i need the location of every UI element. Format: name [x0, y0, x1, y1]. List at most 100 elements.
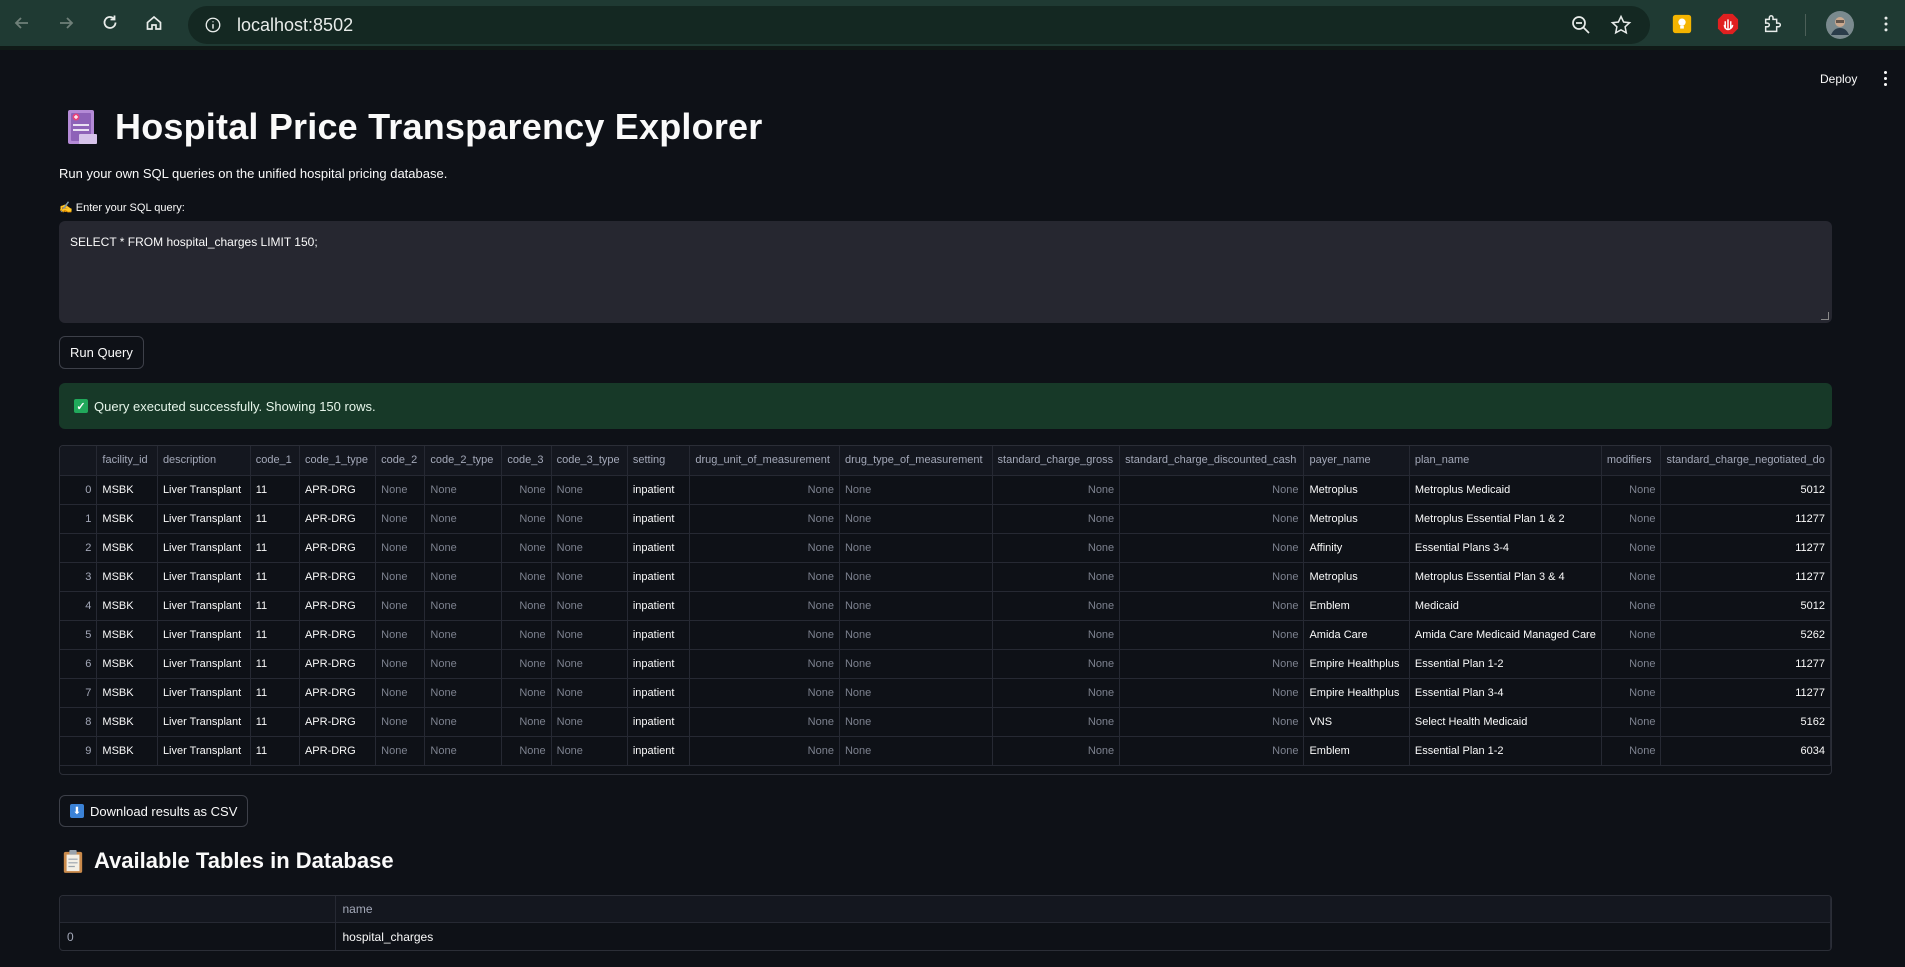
table-cell[interactable]: None [1119, 562, 1305, 592]
run-query-button[interactable]: Run Query [59, 336, 144, 369]
table-cell[interactable]: 11277 [1660, 533, 1831, 563]
table-cell[interactable]: 6034 [1660, 736, 1831, 766]
table-cell[interactable]: None [551, 591, 628, 621]
column-header[interactable]: facility_id [96, 446, 158, 476]
column-header[interactable]: drug_type_of_measurement [839, 446, 993, 476]
table-cell[interactable]: None [992, 736, 1121, 766]
deploy-button[interactable]: Deploy [1820, 72, 1857, 86]
extensions-puzzle-icon[interactable] [1761, 12, 1785, 36]
table-cell[interactable]: None [424, 620, 503, 650]
browser-menu-icon[interactable] [1874, 12, 1898, 36]
table-cell[interactable]: inpatient [627, 678, 691, 708]
table-cell[interactable]: None [375, 504, 426, 534]
table-cell[interactable]: 5162 [1660, 707, 1831, 737]
sql-query-text[interactable]: SELECT * FROM hospital_charges LIMIT 150… [70, 235, 318, 249]
table-cell[interactable]: 11 [250, 707, 300, 737]
table-cell[interactable]: None [689, 707, 840, 737]
column-header[interactable] [60, 896, 336, 923]
address-bar[interactable]: localhost:8502 [188, 6, 1650, 44]
table-cell[interactable]: None [839, 533, 993, 563]
table-cell[interactable]: None [501, 533, 552, 563]
table-cell[interactable]: None [689, 620, 840, 650]
column-header[interactable]: payer_name [1303, 446, 1410, 476]
table-cell[interactable]: 11 [250, 504, 300, 534]
column-header[interactable]: code_2 [375, 446, 426, 476]
row-index-cell[interactable]: 0 [60, 475, 98, 505]
table-cell[interactable]: None [689, 504, 840, 534]
column-header[interactable]: code_3_type [551, 446, 628, 476]
table-cell[interactable]: None [424, 562, 503, 592]
sql-query-input[interactable]: SELECT * FROM hospital_charges LIMIT 150… [59, 221, 1832, 323]
table-cell[interactable]: 11 [250, 620, 300, 650]
table-cell[interactable]: Liver Transplant [157, 649, 251, 679]
table-cell[interactable]: None [551, 736, 628, 766]
table-cell[interactable]: None [1601, 591, 1662, 621]
table-cell[interactable]: APR-DRG [299, 504, 377, 534]
row-index-cell[interactable]: 0 [60, 922, 336, 950]
table-cell[interactable]: None [992, 562, 1121, 592]
table-cell[interactable]: 11277 [1660, 678, 1831, 708]
table-cell[interactable]: None [1601, 707, 1662, 737]
table-cell[interactable]: MSBK [96, 475, 158, 505]
table-cell[interactable]: inpatient [627, 649, 691, 679]
column-header[interactable] [60, 446, 98, 476]
table-cell[interactable]: None [839, 620, 993, 650]
table-cell[interactable]: Empire Healthplus [1303, 678, 1410, 708]
table-cell[interactable]: None [551, 678, 628, 708]
table-cell[interactable]: Liver Transplant [157, 591, 251, 621]
download-csv-button[interactable]: ⬇ Download results as CSV [59, 795, 249, 827]
table-cell[interactable]: None [839, 678, 993, 708]
table-cell[interactable]: Metroplus Medicaid [1409, 475, 1602, 505]
table-cell[interactable]: MSBK [96, 649, 158, 679]
table-cell[interactable]: None [501, 678, 552, 708]
table-cell[interactable]: None [551, 707, 628, 737]
column-header[interactable]: drug_unit_of_measurement [689, 446, 840, 476]
column-header[interactable]: standard_charge_gross [992, 446, 1121, 476]
table-cell[interactable]: None [1601, 649, 1662, 679]
row-index-cell[interactable]: 9 [60, 736, 98, 766]
table-cell[interactable]: None [839, 475, 993, 505]
table-cell[interactable]: 5012 [1660, 591, 1831, 621]
table-cell[interactable]: Metroplus [1303, 562, 1410, 592]
column-header[interactable]: description [157, 446, 251, 476]
table-cell[interactable]: Liver Transplant [157, 533, 251, 563]
table-row[interactable]: 2 MSBK Liver Transplant 11 APR-DRG None None No… [60, 533, 1831, 563]
row-index-cell[interactable]: 1 [60, 504, 98, 534]
table-cell[interactable]: None [839, 504, 993, 534]
table-cell[interactable]: 11 [250, 533, 300, 563]
table-cell[interactable]: None [992, 475, 1121, 505]
table-cell[interactable]: Metroplus Essential Plan 3 & 4 [1409, 562, 1602, 592]
main-menu-icon[interactable] [1878, 68, 1892, 88]
table-cell[interactable]: 11 [250, 475, 300, 505]
table-cell[interactable]: None [501, 736, 552, 766]
table-cell[interactable]: APR-DRG [299, 736, 377, 766]
table-cell[interactable]: None [1119, 736, 1305, 766]
table-cell[interactable]: None [1601, 620, 1662, 650]
table-cell[interactable]: None [375, 736, 426, 766]
table-cell[interactable]: None [992, 707, 1121, 737]
table-cell[interactable]: None [689, 533, 840, 563]
column-header[interactable]: code_3 [501, 446, 552, 476]
table-cell[interactable]: None [424, 678, 503, 708]
table-cell[interactable]: Metroplus Essential Plan 1 & 2 [1409, 504, 1602, 534]
table-cell[interactable]: 11 [250, 562, 300, 592]
table-cell[interactable]: Emblem [1303, 736, 1410, 766]
table-cell[interactable]: 11277 [1660, 562, 1831, 592]
table-cell[interactable]: inpatient [627, 562, 691, 592]
bookmark-star-icon[interactable] [1610, 14, 1632, 41]
table-cell[interactable]: Liver Transplant [157, 475, 251, 505]
table-cell[interactable]: None [992, 678, 1121, 708]
table-cell[interactable]: 11 [250, 649, 300, 679]
table-cell[interactable]: 5012 [1660, 475, 1831, 505]
table-cell[interactable]: APR-DRG [299, 533, 377, 563]
table-cell[interactable]: Amida Care Medicaid Managed Care [1409, 620, 1602, 650]
table-cell[interactable]: None [689, 475, 840, 505]
table-cell[interactable]: MSBK [96, 707, 158, 737]
row-index-cell[interactable]: 8 [60, 707, 98, 737]
table-cell[interactable]: None [424, 504, 503, 534]
column-header[interactable]: code_1 [250, 446, 300, 476]
table-cell[interactable]: Liver Transplant [157, 678, 251, 708]
table-row[interactable]: 7 MSBK Liver Transplant 11 APR-DRG None None No… [60, 678, 1831, 708]
table-cell[interactable]: APR-DRG [299, 475, 377, 505]
table-row[interactable]: 8 MSBK Liver Transplant 11 APR-DRG None None No… [60, 707, 1831, 737]
